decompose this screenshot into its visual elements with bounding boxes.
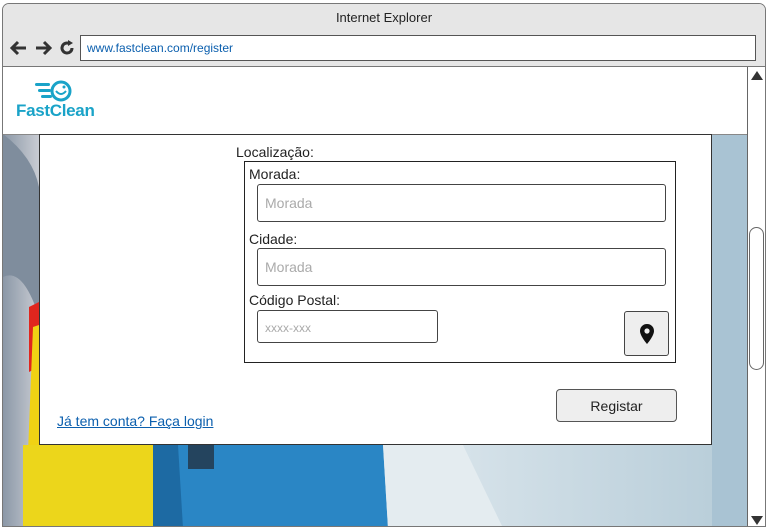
window-title: Internet Explorer (3, 4, 765, 32)
address-bar[interactable]: www.fastclean.com/register (80, 35, 756, 61)
site-logo-text[interactable]: FastClean (16, 101, 95, 121)
scroll-up-icon[interactable] (751, 71, 763, 80)
scroll-down-icon[interactable] (751, 516, 763, 525)
location-fieldset: Morada: Cidade: Código Postal: (244, 161, 676, 363)
page-viewport: FastClean Localização: Morada: Cidade: C… (3, 67, 747, 526)
address-input[interactable] (257, 184, 666, 222)
address-label: Morada: (249, 166, 301, 182)
city-input[interactable] (257, 248, 666, 286)
navigation-bar: www.fastclean.com/register (3, 32, 765, 67)
login-link[interactable]: Já tem conta? Faça login (57, 413, 213, 429)
postal-code-input[interactable] (257, 310, 438, 343)
vertical-scrollbar[interactable] (747, 67, 765, 526)
registration-card: Localização: Morada: Cidade: Código Post… (39, 134, 712, 445)
locate-on-map-button[interactable] (624, 311, 669, 356)
forward-arrow-icon[interactable] (33, 38, 53, 58)
register-button[interactable]: Registar (556, 389, 677, 422)
back-arrow-icon[interactable] (9, 38, 29, 58)
site-header: FastClean (3, 67, 747, 135)
browser-window: Internet Explorer www.fastclean.com/regi… (2, 3, 766, 527)
refresh-icon[interactable] (57, 38, 77, 58)
postal-code-label: Código Postal: (249, 292, 341, 308)
city-label: Cidade: (249, 231, 298, 247)
location-label: Localização: (236, 144, 314, 160)
map-pin-icon (639, 323, 654, 344)
scroll-thumb[interactable] (749, 227, 764, 370)
